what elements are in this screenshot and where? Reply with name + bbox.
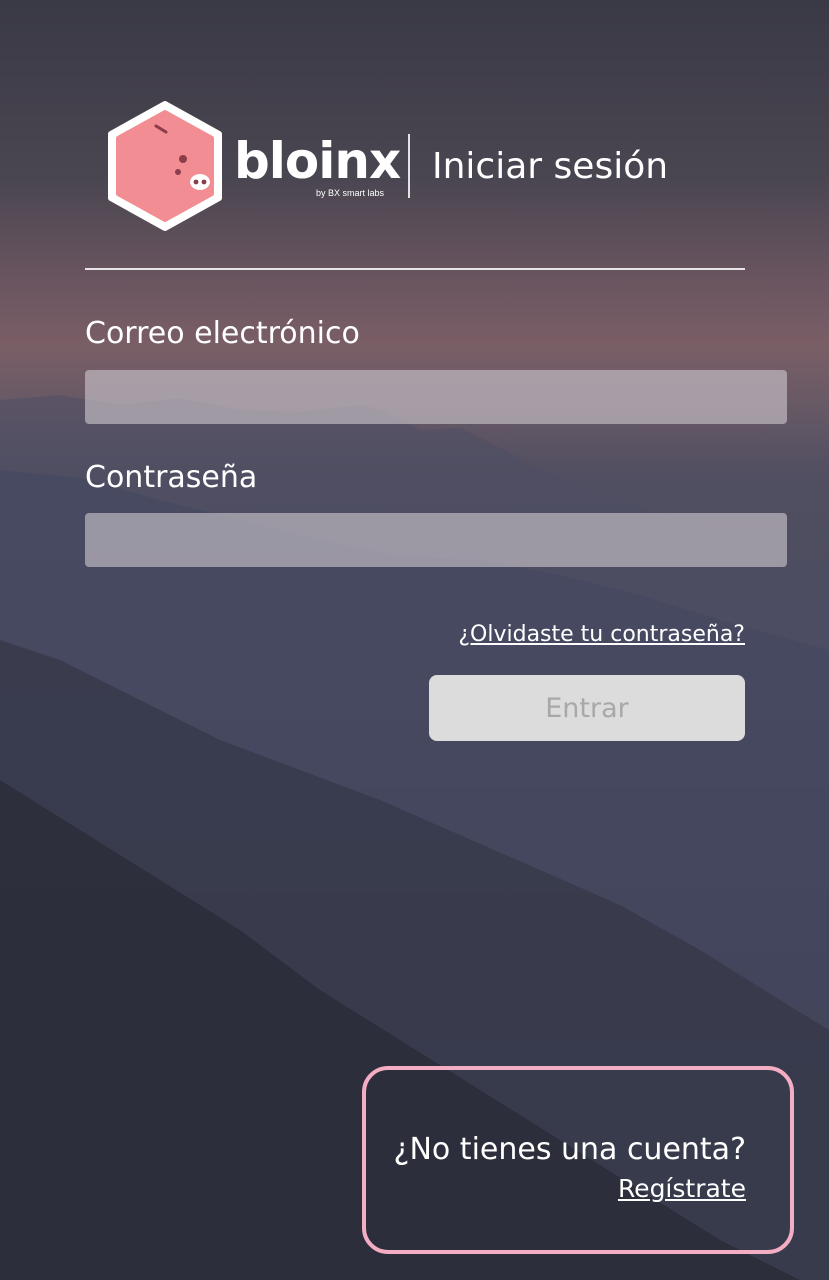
register-highlight-box: ¿No tienes una cuenta? Regístrate — [362, 1066, 794, 1254]
page-title: Iniciar sesión — [432, 145, 669, 187]
password-field[interactable] — [85, 513, 787, 567]
header-rule — [85, 268, 745, 270]
header: bloinx by BX smart labs Iniciar sesión — [104, 100, 668, 232]
brand-subtitle: by BX smart labs — [316, 188, 385, 198]
email-field[interactable] — [85, 370, 787, 424]
piggy-bank-hex-icon — [108, 101, 222, 231]
password-label: Contraseña — [85, 460, 258, 495]
register-link[interactable]: Regístrate — [618, 1174, 746, 1203]
forgot-password-link[interactable]: ¿Olvidaste tu contraseña? — [458, 622, 745, 647]
login-button[interactable]: Entrar — [429, 675, 745, 741]
brand-logo: bloinx by BX smart labs — [234, 126, 401, 206]
brand-name: bloinx — [234, 132, 401, 190]
email-label: Correo electrónico — [85, 316, 360, 351]
header-divider — [408, 134, 410, 198]
register-question: ¿No tienes una cuenta? — [393, 1132, 746, 1167]
